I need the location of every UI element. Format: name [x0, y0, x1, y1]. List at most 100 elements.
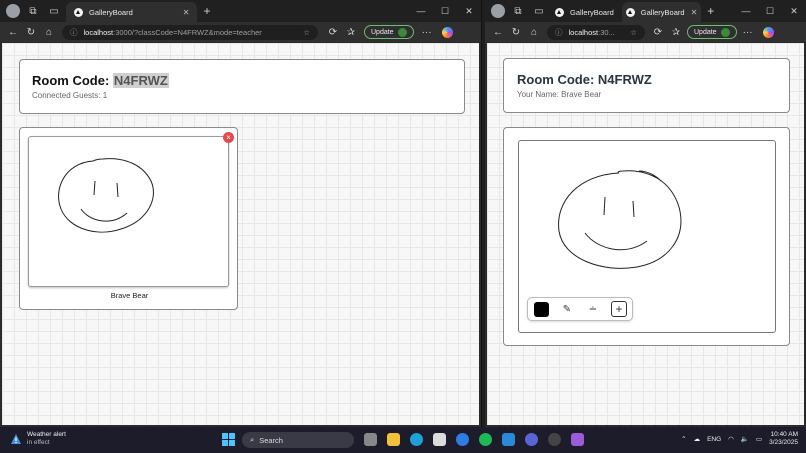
favorite-star-icon[interactable]: ☆ — [630, 28, 637, 37]
refresh-icon[interactable]: ↻ — [507, 27, 525, 38]
site-info-icon[interactable]: ⓘ — [555, 27, 563, 38]
close-window-icon[interactable]: ✕ — [457, 6, 481, 17]
spotify-icon[interactable] — [479, 433, 492, 446]
tab-title: GalleryBoard — [89, 7, 133, 17]
more-menu-icon[interactable]: ··· — [418, 27, 436, 38]
maximize-icon[interactable]: ☐ — [758, 6, 782, 17]
refresh-icon[interactable]: ↻ — [22, 27, 40, 38]
new-tab-icon[interactable]: + — [203, 4, 210, 18]
taskbar-search[interactable]: ⌕ Search — [242, 432, 354, 448]
maximize-icon[interactable]: ☐ — [433, 6, 457, 17]
back-icon[interactable]: ← — [489, 27, 507, 38]
help-icon[interactable] — [456, 433, 469, 446]
update-label: Update — [371, 28, 394, 36]
favorite-star-icon[interactable]: ☆ — [303, 28, 310, 37]
battery-icon[interactable]: ▭ — [756, 435, 762, 443]
volume-icon[interactable]: 🔈 — [741, 435, 749, 443]
connected-guests-text: Connected Guests: 1 — [32, 91, 108, 100]
search-icon: ⌕ — [250, 435, 255, 444]
copilot-icon[interactable] — [762, 26, 774, 38]
room-header-card: Room Code: N4FRWZ Your Name: Brave Bear — [503, 58, 790, 113]
tab-actions-icon[interactable]: ▭ — [531, 3, 547, 19]
start-icon[interactable] — [222, 433, 235, 446]
home-icon[interactable]: ⌂ — [525, 27, 543, 38]
tab-close-icon[interactable]: ✕ — [691, 8, 698, 17]
vscode-icon[interactable] — [502, 433, 515, 446]
room-header-card: Room Code: N4FRWZ Connected Guests: 1 — [19, 59, 465, 114]
clock[interactable]: 10:40 AM 3/23/2025 — [769, 431, 798, 447]
task-view-icon[interactable] — [364, 433, 377, 446]
room-code-title: Room Code: N4FRWZ — [517, 72, 652, 87]
address-bar[interactable]: ⓘ localhost:3000/?classCode=N4FRWZ&mode=… — [62, 24, 318, 40]
tab-strip: ⧉ ▭ GalleryBoard GalleryBoard ✕ + — ☐ ✕ — [485, 0, 806, 22]
tab-galleryboard-2[interactable]: GalleryBoard ✕ — [621, 2, 702, 22]
add-button[interactable]: + — [606, 297, 632, 321]
profile-avatar[interactable] — [491, 4, 505, 18]
app-icon[interactable] — [571, 433, 584, 446]
clock-date: 3/23/2025 — [769, 439, 798, 446]
edge-icon[interactable] — [410, 433, 423, 446]
tab-actions-icon[interactable]: ▭ — [46, 3, 62, 19]
drawing-card: ✎ ∸ + — [503, 127, 790, 346]
language-indicator[interactable]: ENG — [707, 436, 721, 443]
file-explorer-icon[interactable] — [387, 433, 400, 446]
your-name-text: Your Name: Brave Bear — [517, 90, 602, 99]
chevron-up-icon[interactable]: ⌃ — [681, 435, 686, 443]
back-icon[interactable]: ← — [4, 27, 22, 38]
onedrive-icon[interactable]: ☁ — [694, 435, 701, 443]
copilot-icon[interactable] — [441, 26, 453, 38]
room-code-value[interactable]: N4FRWZ — [112, 73, 169, 88]
windows-taskbar: Weather alert in effect ⌕ Search ⌃ ☁ ENG… — [0, 427, 806, 453]
profile-avatar[interactable] — [6, 4, 20, 18]
address-toolbar: ← ↻ ⌂ ⓘ localhost:3000/?classCode=N4FRWZ… — [0, 22, 481, 42]
window-controls: — ☐ ✕ — [409, 0, 481, 22]
update-button[interactable]: Update — [364, 25, 414, 39]
guest-drawing-thumbnail[interactable] — [28, 136, 229, 287]
stroke-width-icon[interactable]: ∸ — [580, 297, 606, 321]
address-bar[interactable]: ⓘ localhost:30... ☆ — [547, 24, 645, 40]
color-picker-button[interactable] — [528, 297, 554, 321]
site-info-icon[interactable]: ⓘ — [70, 27, 78, 38]
room-code-value[interactable]: N4FRWZ — [598, 72, 652, 87]
workspaces-icon[interactable]: ⧉ — [510, 3, 526, 19]
window-controls: — ☐ ✕ — [734, 0, 806, 22]
weather-widget[interactable]: Weather alert in effect — [10, 431, 66, 447]
guest-name-label: Brave Bear — [110, 291, 149, 300]
galleryboard-favicon-icon — [74, 7, 83, 17]
teams-icon[interactable] — [525, 433, 538, 446]
extensions-icon[interactable]: ⟳ — [324, 27, 342, 38]
extensions-icon[interactable]: ⟳ — [649, 27, 667, 38]
plus-icon: + — [611, 301, 627, 317]
new-tab-icon[interactable]: + — [707, 4, 714, 18]
favorites-icon[interactable]: ✰ — [667, 27, 685, 38]
color-swatch — [533, 301, 549, 317]
tab-title: GalleryBoard — [570, 7, 614, 17]
media-player-icon[interactable] — [548, 433, 561, 446]
weather-title: Weather alert — [27, 431, 66, 438]
wifi-icon[interactable]: ◠ — [728, 435, 734, 443]
tab-title: GalleryBoard — [640, 7, 685, 17]
tab-close-icon[interactable]: ✕ — [183, 8, 190, 17]
tab-galleryboard[interactable]: GalleryBoard ✕ — [66, 2, 198, 22]
remove-guest-button[interactable]: × — [223, 132, 234, 143]
close-window-icon[interactable]: ✕ — [782, 6, 806, 17]
minimize-icon[interactable]: — — [409, 6, 433, 16]
home-icon[interactable]: ⌂ — [40, 27, 58, 38]
guest-browser-window: ⧉ ▭ GalleryBoard GalleryBoard ✕ + — ☐ ✕ … — [485, 0, 806, 427]
update-button[interactable]: Update — [687, 25, 737, 39]
galleryboard-favicon-icon — [625, 7, 635, 17]
workspaces-icon[interactable]: ⧉ — [25, 3, 41, 19]
weather-subtitle: in effect — [27, 439, 50, 446]
tab-galleryboard-1[interactable]: GalleryBoard — [551, 2, 618, 22]
favorites-icon[interactable]: ✰ — [342, 27, 360, 38]
search-placeholder: Search — [259, 435, 283, 445]
store-icon[interactable] — [433, 433, 446, 446]
pen-tool-icon[interactable]: ✎ — [554, 297, 580, 321]
minimize-icon[interactable]: — — [734, 6, 758, 16]
guest-page: Room Code: N4FRWZ Your Name: Brave Bear … — [487, 43, 804, 425]
drawing-canvas[interactable]: ✎ ∸ + — [518, 140, 776, 333]
smiley-drawing — [58, 158, 154, 233]
system-tray: ⌃ ☁ ENG ◠ 🔈 ▭ 10:40 AM 3/23/2025 — [681, 431, 798, 447]
update-status-icon — [720, 27, 730, 37]
more-menu-icon[interactable]: ··· — [739, 27, 757, 38]
